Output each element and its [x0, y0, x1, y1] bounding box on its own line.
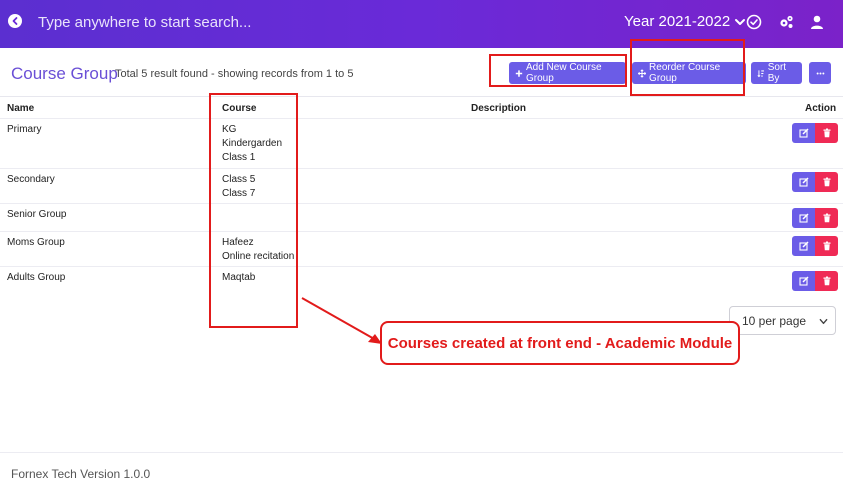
- row-name: Adults Group: [7, 272, 66, 283]
- edit-icon: [798, 241, 809, 251]
- delete-button[interactable]: [815, 123, 838, 143]
- annotation-add-button-box: [489, 54, 627, 87]
- per-page-select[interactable]: 10 per page: [729, 306, 836, 335]
- row-name: Primary: [7, 124, 42, 135]
- delete-button[interactable]: [815, 172, 838, 192]
- user-icon[interactable]: [808, 13, 825, 30]
- column-header-description: Description: [471, 103, 527, 114]
- row-name: Moms Group: [7, 237, 65, 248]
- delete-button[interactable]: [815, 271, 838, 291]
- edit-icon: [798, 213, 809, 223]
- edit-icon: [798, 276, 809, 286]
- trash-icon: [823, 128, 830, 138]
- edit-icon: [798, 128, 809, 138]
- edit-button[interactable]: [792, 236, 815, 256]
- delete-button[interactable]: [815, 236, 838, 256]
- per-page-value: 10 per page: [742, 313, 807, 328]
- annotation-arrow: [301, 297, 382, 344]
- annotation-reorder-button-box: [630, 39, 745, 96]
- sort-by-label: Sort By: [767, 62, 787, 84]
- row-name: Secondary: [7, 174, 55, 185]
- sort-icon: [757, 69, 764, 77]
- year-selector[interactable]: Year 2021-2022: [624, 13, 746, 30]
- edit-icon: [798, 177, 809, 187]
- row-divider: [0, 266, 843, 267]
- row-divider: [0, 203, 843, 204]
- column-header-action: Action: [805, 103, 837, 114]
- edit-button[interactable]: [792, 208, 815, 228]
- edit-button[interactable]: [792, 172, 815, 192]
- trash-icon: [823, 276, 830, 286]
- sort-by-button[interactable]: Sort By: [751, 62, 802, 84]
- footer-version: Fornex Tech Version 1.0.0: [11, 467, 151, 481]
- annotation-label: Courses created at front end - Academic …: [380, 321, 740, 365]
- trash-icon: [823, 241, 830, 251]
- gears-icon[interactable]: [777, 13, 794, 30]
- year-label: Year 2021-2022: [624, 13, 731, 30]
- chevron-down-icon: [819, 318, 828, 325]
- ellipsis-icon: [816, 72, 824, 74]
- more-options-button[interactable]: [809, 62, 831, 84]
- column-header-name: Name: [7, 103, 35, 114]
- record-count-info: Total 5 result found - showing records f…: [115, 68, 354, 80]
- edit-button[interactable]: [792, 271, 815, 291]
- trash-icon: [823, 177, 830, 187]
- back-arrow-icon[interactable]: [8, 14, 22, 28]
- footer-divider: [0, 452, 843, 453]
- row-divider: [0, 118, 843, 119]
- edit-button[interactable]: [792, 123, 815, 143]
- check-circle-icon[interactable]: [745, 13, 762, 30]
- trash-icon: [823, 213, 830, 223]
- row-divider: [0, 231, 843, 232]
- delete-button[interactable]: [815, 208, 838, 228]
- row-divider: [0, 168, 843, 169]
- row-name: Senior Group: [7, 209, 67, 220]
- header-divider: [0, 96, 843, 97]
- global-search-input[interactable]: Type anywhere to start search...: [38, 14, 251, 31]
- annotation-course-column-box: [209, 93, 298, 328]
- page-title: Course Group: [11, 64, 118, 83]
